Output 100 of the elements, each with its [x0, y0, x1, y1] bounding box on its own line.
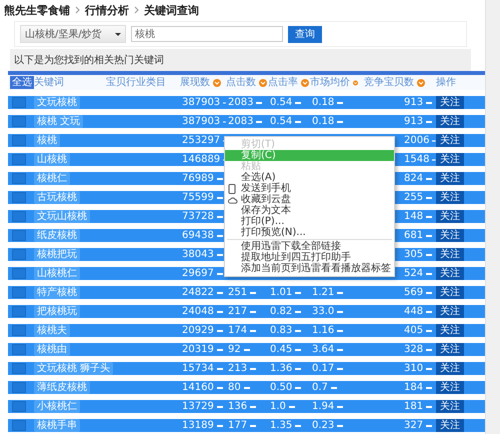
dash-icon — [426, 366, 432, 370]
table-cell: 2083 — [228, 96, 254, 109]
sort-icon — [301, 78, 309, 86]
row-checkbox[interactable] — [12, 420, 26, 431]
row-checkbox[interactable] — [12, 230, 26, 241]
follow-button[interactable]: 关注 — [436, 419, 464, 432]
follow-button[interactable]: 关注 — [436, 115, 464, 128]
follow-button[interactable]: 关注 — [436, 191, 464, 204]
table-cell: 0.54 — [270, 115, 292, 128]
follow-button[interactable]: 关注 — [436, 286, 464, 299]
dash-icon — [295, 310, 302, 314]
row-checkbox[interactable] — [12, 135, 26, 146]
dash-icon — [337, 310, 344, 314]
results-caption: 以下是为您找到的相关热门关键词 — [14, 54, 164, 67]
table-cell: 253297 — [182, 134, 220, 147]
dash-icon — [426, 252, 432, 256]
category-dropdown[interactable]: 山核桃/坚果/炒货 — [20, 25, 126, 43]
row-checkbox[interactable] — [12, 325, 26, 336]
follow-button[interactable]: 关注 — [436, 267, 464, 280]
row-checkbox[interactable] — [12, 249, 26, 260]
menu-item[interactable]: 收藏到云盘 — [225, 194, 394, 205]
breadcrumb-link[interactable]: 熊先生零食铺 — [4, 2, 70, 18]
follow-button[interactable]: 关注 — [436, 210, 464, 223]
follow-button[interactable]: 关注 — [436, 362, 464, 375]
row-checkbox[interactable] — [12, 192, 26, 203]
row-checkbox[interactable] — [12, 344, 26, 355]
row-checkbox[interactable] — [12, 363, 26, 374]
dash-icon — [295, 424, 302, 428]
row-checkbox[interactable] — [12, 287, 26, 298]
menu-item[interactable]: 打印(P)... — [225, 216, 394, 227]
table-cell: 15734 — [182, 362, 214, 375]
menu-item[interactable]: 发送到手机 — [225, 183, 394, 194]
keyword-field[interactable]: 核桃 — [131, 26, 283, 42]
follow-button[interactable]: 关注 — [436, 248, 464, 261]
table-cell: 1.16 — [312, 324, 334, 337]
table-cell: 0.18 — [312, 115, 334, 128]
row-checkbox[interactable] — [12, 154, 26, 165]
dash-icon — [250, 328, 256, 332]
dash-icon — [426, 176, 432, 180]
table-cell: 146889 — [182, 153, 220, 166]
menu-item[interactable]: 全选(A) — [225, 172, 394, 183]
table-cell: 327 — [404, 419, 424, 432]
table-cell: 29697 — [182, 267, 214, 280]
table-cell: 14160 — [182, 381, 214, 394]
row-checkbox[interactable] — [12, 382, 26, 393]
menu-item[interactable]: 使用迅雷下载全部链接 — [225, 241, 394, 252]
dash-icon — [216, 348, 223, 352]
table-cell: 38043 — [182, 248, 214, 261]
dash-icon — [295, 328, 302, 332]
dash-icon — [295, 386, 302, 390]
dash-icon — [216, 424, 223, 428]
dash-icon — [216, 366, 223, 370]
search-button[interactable]: 查询 — [288, 26, 322, 42]
follow-button[interactable]: 关注 — [436, 400, 464, 413]
follow-button[interactable]: 关注 — [436, 96, 464, 109]
menu-item[interactable]: 添加当前页到迅雷看看播放器标签 — [225, 263, 394, 274]
table-cell: 251 — [228, 286, 248, 299]
table-cell: 181 — [404, 400, 424, 413]
breadcrumb-link[interactable]: 行情分析 — [85, 2, 129, 18]
dash-icon — [337, 348, 344, 352]
table-cell: 524 — [404, 267, 424, 280]
table-cell: 24048 — [182, 305, 214, 318]
follow-button[interactable]: 关注 — [436, 381, 464, 394]
follow-button[interactable]: 关注 — [436, 343, 464, 356]
row-checkbox[interactable] — [12, 401, 26, 412]
table-cell: 913 — [404, 96, 424, 109]
follow-button[interactable]: 关注 — [436, 229, 464, 242]
table-cell: 1.94 — [312, 400, 334, 413]
breadcrumb-link[interactable]: 关键词查询 — [144, 2, 199, 18]
dash-icon — [337, 290, 344, 294]
table-cell: 13729 — [182, 400, 214, 413]
follow-button[interactable]: 关注 — [436, 172, 464, 185]
dash-icon — [337, 404, 344, 408]
scrollbar[interactable] — [485, 0, 500, 434]
table-cell: 24822 — [182, 286, 214, 299]
row-checkbox[interactable] — [12, 97, 26, 108]
table-cell: 0.82 — [270, 305, 292, 318]
follow-button[interactable]: 关注 — [436, 134, 464, 147]
dash-icon — [216, 386, 223, 390]
table-cell: 0.83 — [270, 324, 292, 337]
table-cell: 73728 — [182, 210, 214, 223]
table-cell: 255 — [404, 191, 424, 204]
follow-button[interactable]: 关注 — [436, 305, 464, 318]
row-checkbox[interactable] — [12, 116, 26, 127]
row-checkbox[interactable] — [12, 173, 26, 184]
menu-item[interactable]: 保存为文本 — [225, 205, 394, 216]
phone-icon — [228, 184, 236, 194]
dash-icon — [337, 366, 344, 370]
menu-item[interactable]: 打印预览(N)... — [225, 227, 394, 238]
row-checkbox[interactable] — [12, 268, 26, 279]
row-checkbox[interactable] — [12, 211, 26, 222]
table-cell: 76989 — [182, 172, 214, 185]
follow-button[interactable]: 关注 — [436, 153, 464, 166]
row-checkbox[interactable] — [12, 306, 26, 317]
table-cell: 0.45 — [270, 343, 292, 356]
menu-item[interactable]: 提取地址到四五打印助手 — [225, 252, 394, 263]
column-header: 宝贝行业类目 — [106, 76, 167, 90]
table-cell: 0.7 — [312, 381, 328, 394]
follow-button[interactable]: 关注 — [436, 324, 464, 337]
select-all-button[interactable]: 全选 — [10, 76, 34, 89]
